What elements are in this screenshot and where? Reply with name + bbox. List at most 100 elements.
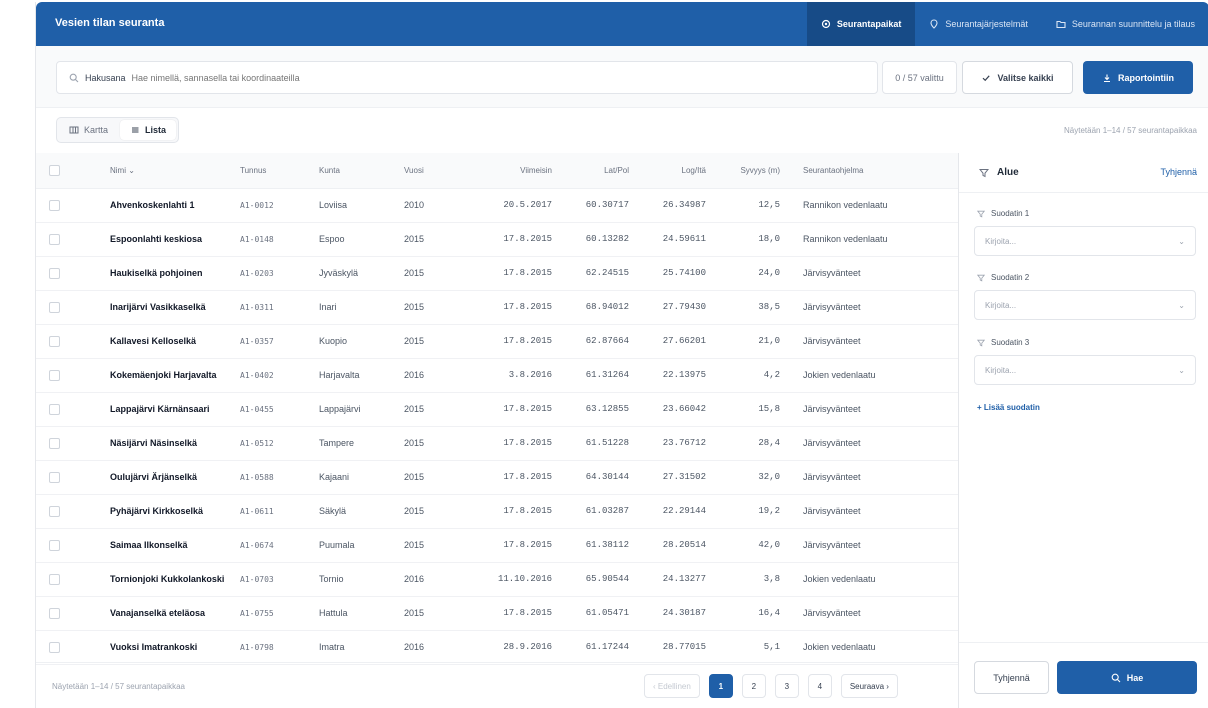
app-window: Vesien tilan seuranta Seurantapaikat Seu… xyxy=(35,2,1208,708)
table-row[interactable]: Pyhäjärvi Kirkkoselkä A1-0611 Säkylä 2015 17… xyxy=(36,494,958,529)
row-checkbox[interactable] xyxy=(49,641,60,653)
header-kunta[interactable]: Kunta xyxy=(319,153,404,189)
header-last[interactable]: Viimeisin xyxy=(464,153,552,189)
cell-name: Vuoksi Imatrankoski xyxy=(74,630,240,665)
next-page-button[interactable]: Seuraava › xyxy=(840,674,898,698)
cell-checkbox xyxy=(36,222,74,257)
header-depth[interactable]: Syvyys (m) xyxy=(706,153,780,189)
cell-id: A1-0311 xyxy=(240,290,319,325)
cell-vuosi: 2015 xyxy=(404,324,464,359)
row-checkbox[interactable] xyxy=(49,437,60,449)
row-checkbox[interactable] xyxy=(49,369,60,381)
cell-vuosi: 2016 xyxy=(404,358,464,393)
page-3-button[interactable]: 3 xyxy=(774,674,799,698)
cell-checkbox xyxy=(36,494,74,529)
search-label: Hakusana xyxy=(85,72,126,83)
nav-seurantajarjestelmat[interactable]: Seurantajärjestelmät xyxy=(915,2,1042,46)
cell-program: Järvisyvänteet xyxy=(780,256,958,291)
search-button[interactable]: Hae xyxy=(1057,661,1197,694)
table-row[interactable]: Oulujärvi Ärjänselkä A1-0588 Kajaani 2015 17… xyxy=(36,460,958,495)
cell-lat: 61.03287 xyxy=(552,494,629,529)
search-box[interactable]: Hakusana xyxy=(56,61,878,94)
header-name[interactable]: Nimi ⌄ xyxy=(74,153,240,189)
cell-last: 20.5.2017 xyxy=(464,188,552,223)
table-row[interactable]: Ahvenkoskenlahti 1 A1-0012 Loviisa 2010 20.5… xyxy=(36,188,958,223)
prev-page-button[interactable]: ‹ Edellinen xyxy=(644,674,700,698)
table-row[interactable]: Espoonlahti keskiosa A1-0148 Espoo 2015 17.8… xyxy=(36,222,958,257)
list-view-option[interactable]: Lista xyxy=(120,120,177,140)
row-checkbox[interactable] xyxy=(49,335,60,347)
cell-program: Jokien vedenlaatu xyxy=(780,630,958,665)
row-checkbox[interactable] xyxy=(49,301,60,313)
table-row[interactable]: Vanajanselkä eteläosa A1-0755 Hattula 2015 1… xyxy=(36,596,958,631)
row-checkbox[interactable] xyxy=(49,403,60,415)
filter-1-select[interactable]: Kirjoita... ⌄ xyxy=(974,226,1196,256)
header-vuosi[interactable]: Vuosi xyxy=(404,153,464,189)
table-header-row: Nimi ⌄ Tunnus Kunta Vuosi Viimeisin Lat/… xyxy=(36,153,958,189)
row-checkbox[interactable] xyxy=(49,471,60,483)
table-row[interactable]: Saimaa Ilkonselkä A1-0674 Puumala 2015 17.8.… xyxy=(36,528,958,563)
table-row[interactable]: Kallavesi Kelloselkä A1-0357 Kuopio 2015 17.… xyxy=(36,324,958,359)
cell-name: Lappajärvi Kärnänsaari xyxy=(74,392,240,427)
cell-vuosi: 2015 xyxy=(404,392,464,427)
row-checkbox[interactable] xyxy=(49,199,60,211)
table-row[interactable]: Tornionjoki Kukkolankoski A1-0703 Tornio 20… xyxy=(36,562,958,597)
select-all-button[interactable]: Valitse kaikki xyxy=(962,61,1073,94)
cell-last: 17.8.2015 xyxy=(464,256,552,291)
filter-2-select[interactable]: Kirjoita... ⌄ xyxy=(974,290,1196,320)
cell-checkbox xyxy=(36,528,74,563)
page-2-button[interactable]: 2 xyxy=(741,674,766,698)
row-checkbox[interactable] xyxy=(49,267,60,279)
page-1-button[interactable]: 1 xyxy=(708,674,733,698)
add-filter-link[interactable]: + Lisää suodatin xyxy=(977,403,1040,412)
filter-icon xyxy=(977,210,985,218)
search-input[interactable] xyxy=(131,72,632,83)
row-checkbox[interactable] xyxy=(49,539,60,551)
cell-vuosi: 2015 xyxy=(404,426,464,461)
cell-program: Järvisyvänteet xyxy=(780,528,958,563)
header-lon[interactable]: Log/Itä xyxy=(629,153,706,189)
table-row[interactable]: Haukiselkä pohjoinen A1-0203 Jyväskylä 2015… xyxy=(36,256,958,291)
cell-depth: 16,4 xyxy=(706,596,780,631)
table-row[interactable]: Vuoksi Imatrankoski A1-0798 Imatra 2016 28.9… xyxy=(36,630,958,665)
cell-depth: 28,4 xyxy=(706,426,780,461)
search-icon xyxy=(69,73,79,83)
cell-vuosi: 2015 xyxy=(404,528,464,563)
cell-id: A1-0012 xyxy=(240,188,319,223)
table-row[interactable]: Inarijärvi Vasikkaselkä A1-0311 Inari 2015 1… xyxy=(36,290,958,325)
nav-suunnittelu[interactable]: Seurannan suunnittelu ja tilaus xyxy=(1042,2,1208,46)
cell-lat: 61.31264 xyxy=(552,358,629,393)
cell-vuosi: 2015 xyxy=(404,596,464,631)
cell-depth: 5,1 xyxy=(706,630,780,665)
table-row[interactable]: Näsijärvi Näsinselkä A1-0512 Tampere 2015 17… xyxy=(36,426,958,461)
table-row[interactable]: Kokemäenjoki Harjavalta A1-0402 Harjavalta… xyxy=(36,358,958,393)
cell-kunta: Säkylä xyxy=(319,494,404,529)
clear-filters-button[interactable]: Tyhjennä xyxy=(974,661,1049,694)
header-lat[interactable]: Lat/Pol xyxy=(552,153,629,189)
cell-name: Pyhäjärvi Kirkkoselkä xyxy=(74,494,240,529)
row-checkbox[interactable] xyxy=(49,505,60,517)
cell-program: Järvisyvänteet xyxy=(780,426,958,461)
map-view-option[interactable]: Kartta xyxy=(59,120,118,140)
header-program[interactable]: Seurantaohjelma xyxy=(780,153,958,189)
header-id[interactable]: Tunnus xyxy=(240,153,319,189)
cell-kunta: Jyväskylä xyxy=(319,256,404,291)
row-checkbox[interactable] xyxy=(49,607,60,619)
nav-seurantapaikat[interactable]: Seurantapaikat xyxy=(806,2,916,46)
cell-lat: 62.24515 xyxy=(552,256,629,291)
cell-depth: 18,0 xyxy=(706,222,780,257)
cell-depth: 24,0 xyxy=(706,256,780,291)
filter-3-select[interactable]: Kirjoita... ⌄ xyxy=(974,355,1196,385)
cell-lon: 23.76712 xyxy=(629,426,706,461)
sidebar-clear-link[interactable]: Tyhjennä xyxy=(1160,167,1197,177)
cell-lat: 60.13282 xyxy=(552,222,629,257)
page-4-button[interactable]: 4 xyxy=(807,674,832,698)
table-row[interactable]: Lappajärvi Kärnänsaari A1-0455 Lappajärvi 2… xyxy=(36,392,958,427)
cell-kunta: Tornio xyxy=(319,562,404,597)
select-all-checkbox[interactable] xyxy=(49,164,60,176)
cell-depth: 4,2 xyxy=(706,358,780,393)
cell-id: A1-0703 xyxy=(240,562,319,597)
row-checkbox[interactable] xyxy=(49,233,60,245)
row-checkbox[interactable] xyxy=(49,573,60,585)
report-button[interactable]: Raportointiin xyxy=(1083,61,1193,94)
